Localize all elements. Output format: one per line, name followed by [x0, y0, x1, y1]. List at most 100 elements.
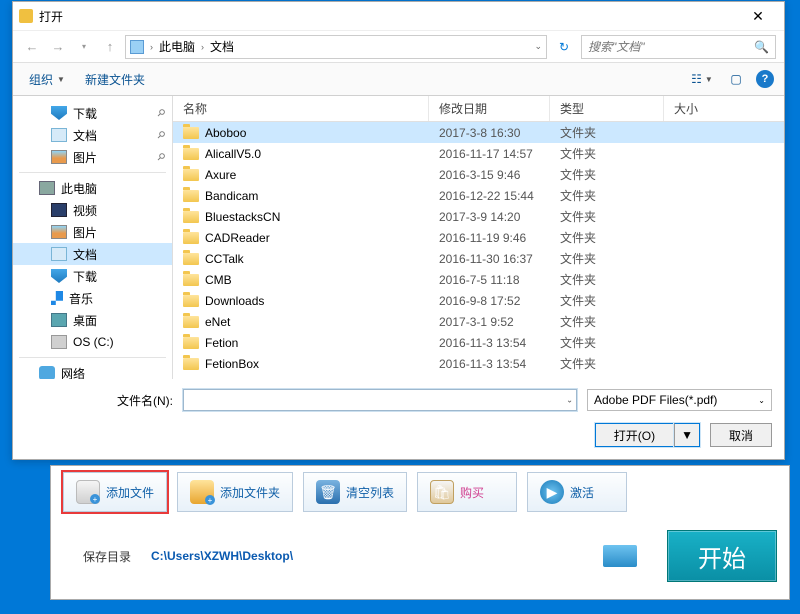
sidebar-item-music[interactable]: 音乐: [13, 287, 172, 309]
file-row[interactable]: Axure2016-3-15 9:46文件夹: [173, 164, 784, 185]
breadcrumb-documents[interactable]: 文档: [210, 38, 234, 55]
open-button[interactable]: 打开(O): [595, 423, 674, 447]
file-row[interactable]: Bandicam2016-12-22 15:44文件夹: [173, 185, 784, 206]
sidebar-item-drive-c[interactable]: OS (C:): [13, 331, 172, 353]
file-row[interactable]: CADReader2016-11-19 9:46文件夹: [173, 227, 784, 248]
open-dropdown-button[interactable]: ▼: [674, 423, 700, 447]
browse-folder-button[interactable]: [603, 545, 637, 567]
file-row[interactable]: FetionBox2016-11-3 13:54文件夹: [173, 353, 784, 374]
sidebar-item-videos[interactable]: 视频: [13, 199, 172, 221]
file-name: Axure: [205, 168, 236, 182]
sidebar-item-thispc[interactable]: 此电脑: [13, 177, 172, 199]
forward-button[interactable]: →: [47, 36, 69, 58]
computer-icon: [39, 181, 55, 195]
file-name: CADReader: [205, 231, 270, 245]
address-bar[interactable]: › 此电脑 › 文档 ⌄: [125, 35, 547, 59]
file-row[interactable]: Downloads2016-9-8 17:52文件夹: [173, 290, 784, 311]
folder-icon: [183, 169, 199, 181]
file-date: 2016-7-5 11:18: [429, 273, 550, 287]
add-file-button[interactable]: 添加文件: [63, 472, 167, 512]
activate-button[interactable]: ▶ 激活: [527, 472, 627, 512]
nav-bar: ← → ▾ ↑ › 此电脑 › 文档 ⌄ ↻ 🔍: [13, 30, 784, 62]
save-dir-path: C:\Users\XZWH\Desktop\: [151, 549, 583, 563]
refresh-button[interactable]: ↻: [551, 35, 577, 59]
file-name: Fetion: [205, 336, 238, 350]
file-row[interactable]: Fetion2016-11-3 13:54文件夹: [173, 332, 784, 353]
dialog-footer: 文件名(N): ⌄ Adobe PDF Files(*.pdf) ⌄ 打开(O)…: [13, 379, 784, 459]
toolbar: 组织 ▼ 新建文件夹 ☷ ▼ ▢ ?: [13, 62, 784, 96]
file-rows[interactable]: Aboboo2017-3-8 16:30文件夹AlicallV5.02016-1…: [173, 122, 784, 379]
cancel-button[interactable]: 取消: [710, 423, 772, 447]
clear-list-button[interactable]: 🗑 清空列表: [303, 472, 407, 512]
column-date[interactable]: 修改日期: [429, 96, 550, 121]
filetype-dropdown[interactable]: Adobe PDF Files(*.pdf) ⌄: [587, 389, 772, 411]
file-row[interactable]: AlicallV5.02016-11-17 14:57文件夹: [173, 143, 784, 164]
folder-icon: [183, 295, 199, 307]
file-row[interactable]: CMB2016-7-5 11:18文件夹: [173, 269, 784, 290]
sidebar-item-downloads[interactable]: 下载⚲: [13, 102, 172, 124]
sidebar-item-pictures[interactable]: 图片⚲: [13, 146, 172, 168]
pictures-icon: [51, 225, 67, 239]
column-type[interactable]: 类型: [550, 96, 664, 121]
sidebar-item-desktop[interactable]: 桌面: [13, 309, 172, 331]
buy-button[interactable]: 🛍 购买: [417, 472, 517, 512]
video-icon: [51, 203, 67, 217]
recent-locations-button[interactable]: ▾: [73, 36, 95, 58]
desktop-icon: [51, 313, 67, 327]
close-button[interactable]: ✕: [738, 4, 778, 28]
file-row[interactable]: BluestacksCN2017-3-9 14:20文件夹: [173, 206, 784, 227]
file-type: 文件夹: [550, 145, 664, 162]
chevron-down-icon: ▼: [57, 75, 65, 84]
chevron-right-icon: ›: [201, 42, 204, 52]
file-date: 2017-3-9 14:20: [429, 210, 550, 224]
start-button[interactable]: 开始: [667, 530, 777, 582]
file-date: 2016-9-8 17:52: [429, 294, 550, 308]
sidebar-item-network[interactable]: 网络: [13, 362, 172, 379]
file-row[interactable]: Aboboo2017-3-8 16:30文件夹: [173, 122, 784, 143]
pictures-icon: [51, 150, 67, 164]
shopping-bag-icon: 🛍: [430, 480, 454, 504]
back-button[interactable]: ←: [21, 36, 43, 58]
chevron-down-icon[interactable]: ⌄: [534, 41, 542, 52]
file-list-panel: 名称 修改日期 类型 大小 Aboboo2017-3-8 16:30文件夹Ali…: [173, 96, 784, 379]
file-row[interactable]: CCTalk2016-11-30 16:37文件夹: [173, 248, 784, 269]
document-icon: [51, 128, 67, 142]
sidebar-item-downloads2[interactable]: 下载: [13, 265, 172, 287]
file-date: 2017-3-1 9:52: [429, 315, 550, 329]
new-folder-button[interactable]: 新建文件夹: [79, 68, 151, 91]
sidebar-item-documents2[interactable]: 文档: [13, 243, 172, 265]
help-button[interactable]: ?: [756, 70, 774, 88]
file-date: 2016-11-30 16:37: [429, 252, 550, 266]
filetype-label: Adobe PDF Files(*.pdf): [594, 393, 717, 407]
sidebar-item-documents[interactable]: 文档⚲: [13, 124, 172, 146]
chevron-down-icon[interactable]: ⌄: [566, 396, 573, 405]
app-toolbar: 添加文件 添加文件夹 🗑 清空列表 🛍 购买 ▶ 激活: [63, 472, 777, 512]
file-name: AlicallV5.0: [205, 147, 261, 161]
search-input[interactable]: [588, 40, 748, 54]
filename-input[interactable]: [183, 389, 577, 411]
column-name[interactable]: 名称: [173, 96, 429, 121]
file-row[interactable]: eNet2017-3-1 9:52文件夹: [173, 311, 784, 332]
file-name: BluestacksCN: [205, 210, 280, 224]
file-type: 文件夹: [550, 166, 664, 183]
organize-label: 组织: [29, 71, 53, 88]
converter-app-panel: 添加文件 添加文件夹 🗑 清空列表 🛍 购买 ▶ 激活 保存目录 C:\User…: [50, 465, 790, 600]
app-icon: [19, 9, 33, 23]
breadcrumb-thispc[interactable]: 此电脑: [159, 38, 195, 55]
file-name: CCTalk: [205, 252, 244, 266]
pin-icon: ⚲: [154, 151, 167, 164]
view-mode-button[interactable]: ☷ ▼: [688, 69, 716, 89]
up-button[interactable]: ↑: [99, 36, 121, 58]
organize-button[interactable]: 组织 ▼: [23, 68, 71, 91]
column-size[interactable]: 大小: [664, 96, 784, 121]
file-type: 文件夹: [550, 292, 664, 309]
sidebar-item-pictures2[interactable]: 图片: [13, 221, 172, 243]
folder-icon: [183, 190, 199, 202]
preview-pane-button[interactable]: ▢: [722, 69, 750, 89]
play-icon: ▶: [540, 480, 564, 504]
folder-add-icon: [190, 480, 214, 504]
search-box[interactable]: 🔍: [581, 35, 776, 59]
pin-icon: ⚲: [154, 129, 167, 142]
folder-icon: [183, 211, 199, 223]
add-folder-button[interactable]: 添加文件夹: [177, 472, 293, 512]
